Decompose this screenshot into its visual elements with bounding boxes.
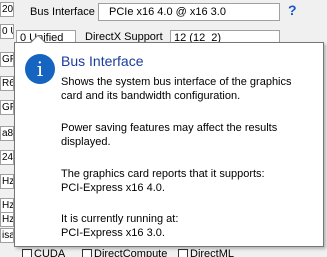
tooltip-pointer-fill [30,36,46,44]
left-field-8: Hz [0,174,14,189]
directml-checkbox-item[interactable]: DirectML [178,248,234,257]
tooltip-line-7: It is currently running at: [61,213,179,225]
tooltip-line-6: PCI-Express x16 4.0. [61,182,165,194]
bus-interface-label: Bus Interface [30,6,95,18]
left-column: 20 0 Unified GP R6 GP a8 24 Hz Hz Hz isa [0,0,14,257]
tooltip-line-1: Shows the system bus interface of the gr… [61,76,292,88]
left-field-9: Hz [0,198,14,213]
left-field-10: Hz [0,212,14,227]
tooltip-line-4: displayed. [61,136,111,148]
left-field-4: R6 [0,76,14,91]
left-field-6: a8 [0,126,14,141]
tooltip-line-8: PCI-Express x16 3.0. [61,227,165,239]
cuda-checkbox[interactable] [22,249,32,257]
tooltip-title: Bus Interface [61,53,144,69]
tooltip-line-2: card and its bandwidth configuration. [61,90,241,102]
bus-interface-tooltip: i Bus Interface Shows the system bus int… [14,35,324,247]
directml-checkbox[interactable] [178,249,188,257]
tooltip-line-3: Power saving features may affect the res… [61,122,278,134]
cuda-checkbox-item[interactable]: CUDA [22,248,65,257]
left-field-1: 20 [0,2,14,17]
app-window: 20 0 Unified GP R6 GP a8 24 Hz Hz Hz isa… [0,0,327,257]
left-field-3: GP [0,52,14,67]
info-icon: i [25,54,55,84]
tooltip-line-5: The graphics card reports that it suppor… [61,168,265,180]
left-field-5: GP [0,100,14,115]
left-field-7: 24 [0,150,14,165]
directcompute-label: DirectCompute [94,248,168,257]
bus-interface-field[interactable]: PCIe x16 4.0 @ x16 3.0 [98,3,280,21]
directcompute-checkbox[interactable] [82,249,92,257]
left-field-11: isa [0,228,14,243]
directcompute-checkbox-item[interactable]: DirectCompute [82,248,167,257]
directml-label: DirectML [190,248,235,257]
left-field-2: 0 Unified [0,24,14,39]
cuda-label: CUDA [34,248,66,257]
help-icon[interactable]: ? [288,2,297,18]
